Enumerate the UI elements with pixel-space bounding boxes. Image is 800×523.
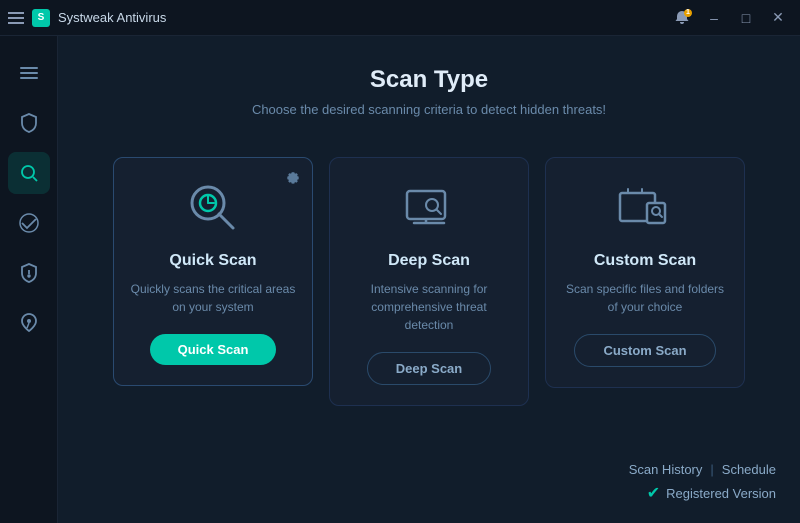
footer-divider: | bbox=[710, 462, 713, 477]
quick-scan-gear-icon[interactable] bbox=[286, 170, 300, 184]
page-title: Scan Type bbox=[370, 66, 488, 94]
registered-icon: ✔ bbox=[647, 483, 660, 503]
custom-scan-button[interactable]: Custom Scan bbox=[574, 334, 715, 367]
schedule-link[interactable]: Schedule bbox=[722, 462, 776, 477]
sidebar-item-scan[interactable] bbox=[8, 152, 50, 194]
footer-links: Scan History | Schedule bbox=[629, 462, 776, 477]
quick-scan-icon bbox=[178, 178, 248, 238]
deep-scan-button[interactable]: Deep Scan bbox=[367, 352, 491, 385]
sidebar bbox=[0, 36, 58, 523]
footer: Scan History | Schedule ✔ Registered Ver… bbox=[629, 462, 776, 503]
custom-scan-icon bbox=[610, 178, 680, 238]
custom-scan-card[interactable]: Custom Scan Scan specific files and fold… bbox=[545, 157, 745, 388]
deep-scan-icon bbox=[394, 178, 464, 238]
deep-scan-card[interactable]: Deep Scan Intensive scanning for compreh… bbox=[329, 157, 529, 406]
custom-scan-desc: Scan specific files and folders of your … bbox=[562, 280, 728, 316]
deep-scan-title: Deep Scan bbox=[388, 252, 470, 270]
notification-dot: 1 bbox=[684, 9, 692, 17]
scan-history-link[interactable]: Scan History bbox=[629, 462, 703, 477]
sidebar-item-menu[interactable] bbox=[8, 52, 50, 94]
app-title: Systweak Antivirus bbox=[58, 10, 166, 25]
registered-label: Registered Version bbox=[666, 486, 776, 501]
main-layout: Scan Type Choose the desired scanning cr… bbox=[0, 36, 800, 523]
quick-scan-button[interactable]: Quick Scan bbox=[150, 334, 277, 365]
deep-scan-desc: Intensive scanning for comprehensive thr… bbox=[346, 280, 512, 334]
sidebar-item-checkmark[interactable] bbox=[8, 202, 50, 244]
quick-scan-card[interactable]: Quick Scan Quickly scans the critical ar… bbox=[113, 157, 313, 386]
content-area: Scan Type Choose the desired scanning cr… bbox=[58, 36, 800, 523]
maximize-button[interactable]: □ bbox=[732, 7, 760, 29]
titlebar: S Systweak Antivirus 1 – □ ✕ bbox=[0, 0, 800, 36]
registered-badge: ✔ Registered Version bbox=[647, 483, 776, 503]
scan-cards-row: Quick Scan Quickly scans the critical ar… bbox=[113, 157, 745, 406]
quick-scan-desc: Quickly scans the critical areas on your… bbox=[130, 280, 296, 316]
sidebar-item-shield[interactable] bbox=[8, 102, 50, 144]
titlebar-left: S Systweak Antivirus bbox=[8, 9, 166, 27]
minimize-button[interactable]: – bbox=[700, 7, 728, 29]
titlebar-right: 1 – □ ✕ bbox=[668, 7, 792, 29]
page-subtitle: Choose the desired scanning criteria to … bbox=[252, 102, 606, 117]
sidebar-item-protection[interactable] bbox=[8, 252, 50, 294]
hamburger-icon[interactable] bbox=[8, 12, 24, 24]
quick-scan-title: Quick Scan bbox=[169, 252, 256, 270]
sidebar-item-boost[interactable] bbox=[8, 302, 50, 344]
notification-button[interactable]: 1 bbox=[668, 7, 696, 29]
custom-scan-title: Custom Scan bbox=[594, 252, 696, 270]
close-button[interactable]: ✕ bbox=[764, 7, 792, 29]
app-logo: S bbox=[32, 9, 50, 27]
